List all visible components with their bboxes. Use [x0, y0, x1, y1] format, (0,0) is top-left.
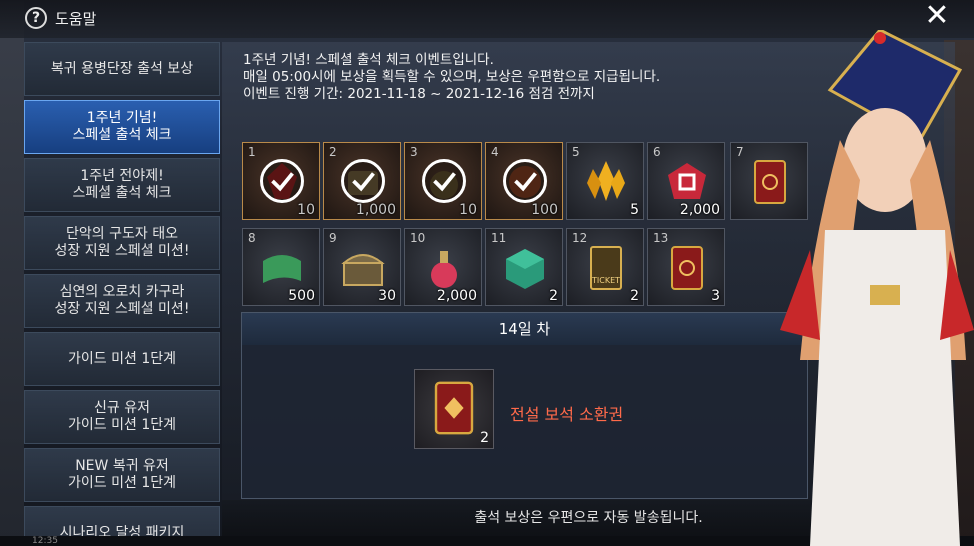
green-scroll-icon [263, 255, 301, 283]
sidebar-item-returner-attendance[interactable]: 복귀 용병단장 출석 보상 [24, 42, 220, 96]
day-number: 4 [491, 145, 499, 159]
reward-qty: 2 [549, 288, 558, 304]
reward-slot-day-13[interactable]: 13 3 [647, 228, 725, 306]
reward-slot-day-11[interactable]: 11 2 [485, 228, 563, 306]
day-number: 1 [248, 145, 256, 159]
day-number: 7 [736, 145, 744, 159]
sidebar-item-returner-guide[interactable]: NEW 복귀 유저 가이드 미션 1단계 [24, 448, 220, 502]
treasure-chest-icon [341, 254, 385, 286]
sidebar-item-new-user-guide[interactable]: 신규 유저 가이드 미션 1단계 [24, 390, 220, 444]
sidebar-item-anniversary-attendance[interactable]: 1주년 기념! 스페셜 출석 체크 [24, 100, 220, 154]
reward-qty: 2,000 [679, 202, 720, 218]
reward-slot-day-4[interactable]: 4 100 [485, 142, 563, 220]
reward-qty: 10 [297, 202, 315, 218]
reward-qty: 5 [630, 202, 639, 218]
reward-qty: 1,000 [355, 202, 396, 218]
claimed-check-icon [341, 159, 385, 203]
reward-slot-day-5[interactable]: 5 5 [566, 142, 644, 220]
day-number: 3 [410, 145, 418, 159]
claimed-check-icon [422, 159, 466, 203]
reward-qty: 2 [480, 430, 489, 446]
event-description: 1주년 기념! 스페셜 출석 체크 이벤트입니다. 매일 05:00시에 보상을… [243, 52, 660, 103]
claimed-check-icon [260, 159, 304, 203]
detail-reward-slot[interactable]: 2 [414, 369, 494, 449]
event-sidebar: 복귀 용병단장 출석 보상 1주년 기념! 스페셜 출석 체크 1주년 전야제!… [24, 42, 222, 546]
day-number: 6 [653, 145, 661, 159]
claimed-check-icon [503, 159, 547, 203]
help-icon[interactable]: ? [25, 7, 47, 29]
reward-slot-day-6[interactable]: 6 2,000 [647, 142, 725, 220]
reward-slot-day-10[interactable]: 10 2,000 [404, 228, 482, 306]
detail-day-label: 14일 차 [242, 313, 807, 345]
summon-card-icon [671, 246, 703, 290]
status-time: 12:35 [32, 536, 58, 546]
ticket-icon: TICKET [590, 246, 622, 290]
description-line: 이벤트 진행 기간: 2021-11-18 ~ 2021-12-16 점검 전까… [243, 86, 595, 102]
day-number: 8 [248, 231, 256, 245]
day-number: 9 [329, 231, 337, 245]
sidebar-item-kagura-mission[interactable]: 심연의 오로치 카구라 성장 지원 스페셜 미션! [24, 274, 220, 328]
background-left [0, 0, 24, 546]
description-line: 매일 05:00시에 보상을 획득할 수 있으며, 보상은 우편함으로 지급됩니… [243, 69, 661, 85]
reward-slot-day-2[interactable]: 2 1,000 [323, 142, 401, 220]
day-number: 2 [329, 145, 337, 159]
reward-qty: 2 [630, 288, 639, 304]
gold-crystal-icon [587, 161, 625, 201]
page-title: 도움말 [55, 10, 97, 28]
green-box-icon [506, 249, 544, 289]
reward-qty: 10 [459, 202, 477, 218]
sidebar-item-guide-mission[interactable]: 가이드 미션 1단계 [24, 332, 220, 386]
day-number: 13 [653, 231, 669, 245]
sidebar-item-taeo-mission[interactable]: 단악의 구도자 태오 성장 지원 스페셜 미션! [24, 216, 220, 270]
reward-qty: 30 [378, 288, 396, 304]
reward-detail-panel: 14일 차 2 전설 보석 소환권 [241, 312, 808, 499]
day-number: 12 [572, 231, 588, 245]
reward-qty: 3 [711, 288, 720, 304]
red-potion-icon [431, 251, 457, 288]
ticket-label: TICKET [591, 276, 620, 285]
reward-slot-day-3[interactable]: 3 10 [404, 142, 482, 220]
reward-slot-day-9[interactable]: 9 30 [323, 228, 401, 306]
day-number: 10 [410, 231, 426, 245]
red-gem-icon [668, 163, 706, 199]
legendary-gem-summon-card-icon [434, 381, 474, 435]
sidebar-item-eve-attendance[interactable]: 1주년 전야제! 스페셜 출석 체크 [24, 158, 220, 212]
reward-slot-day-1[interactable]: 1 10 [242, 142, 320, 220]
reward-qty: 100 [531, 202, 558, 218]
description-line: 1주년 기념! 스페셜 출석 체크 이벤트입니다. [243, 52, 494, 68]
day-number: 11 [491, 231, 507, 245]
reward-qty: 500 [288, 288, 315, 304]
reward-slot-day-8[interactable]: 8 500 [242, 228, 320, 306]
reward-qty: 2,000 [436, 288, 477, 304]
day-number: 5 [572, 145, 580, 159]
reward-slot-day-12[interactable]: TICKET 12 2 [566, 228, 644, 306]
close-icon[interactable]: ✕ [922, 1, 952, 32]
character-illustration [780, 30, 974, 546]
reward-name: 전설 보석 소환권 [510, 405, 624, 424]
